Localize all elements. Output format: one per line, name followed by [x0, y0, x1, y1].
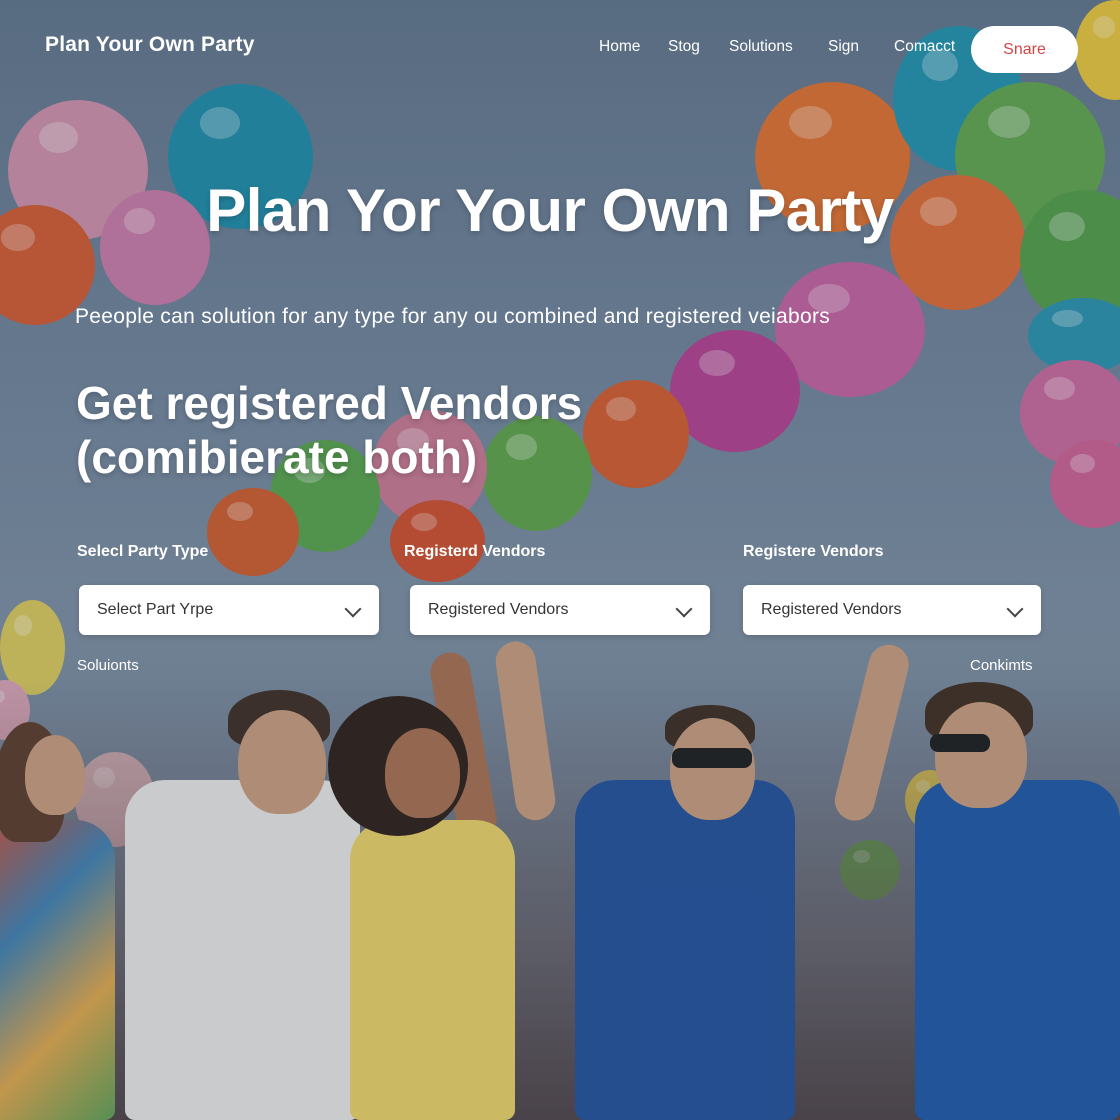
nav-sign[interactable]: Sign [828, 38, 859, 56]
party-type-value: Select Part Yrpe [97, 601, 214, 618]
site-title[interactable]: Plan Your Own Party [45, 33, 255, 57]
chevron-down-icon [344, 600, 362, 618]
party-type-select[interactable]: Select Part Yrpe [79, 585, 379, 635]
vendors-select-2[interactable]: Registered Vendors [743, 585, 1041, 635]
vendors-title-line2: (comibierate both) [76, 431, 478, 483]
chevron-down-icon [675, 600, 693, 618]
vendors-title-line1: Get registered Vendors [76, 377, 583, 429]
share-button[interactable]: Snare [971, 26, 1078, 73]
vendors-select-1[interactable]: Registered Vendors [410, 585, 710, 635]
nav-home[interactable]: Home [599, 38, 640, 56]
party-type-label: Selecl Party Type [77, 543, 209, 560]
vendors-label-2: Registere Vendors [743, 543, 884, 560]
nav-blog[interactable]: Stog [668, 38, 700, 56]
vendors-label-1: Registerd Vendors [404, 543, 546, 560]
chevron-down-icon [1006, 600, 1024, 618]
hero-title: Plan Yor Your Own Party [206, 177, 894, 244]
nav-solutions[interactable]: Solutions [729, 38, 793, 56]
vendors-title: Get registered Vendors (comibierate both… [76, 376, 696, 484]
nav-contact[interactable]: Comacct [894, 38, 955, 56]
hero-subtitle: Peeople can solution for any type for an… [75, 305, 831, 328]
solutions-link[interactable]: Soluionts [77, 657, 139, 674]
vendors-select-2-value: Registered Vendors [761, 601, 902, 618]
contents-link[interactable]: Conkimts [970, 657, 1033, 674]
vendors-select-1-value: Registered Vendors [428, 601, 569, 618]
